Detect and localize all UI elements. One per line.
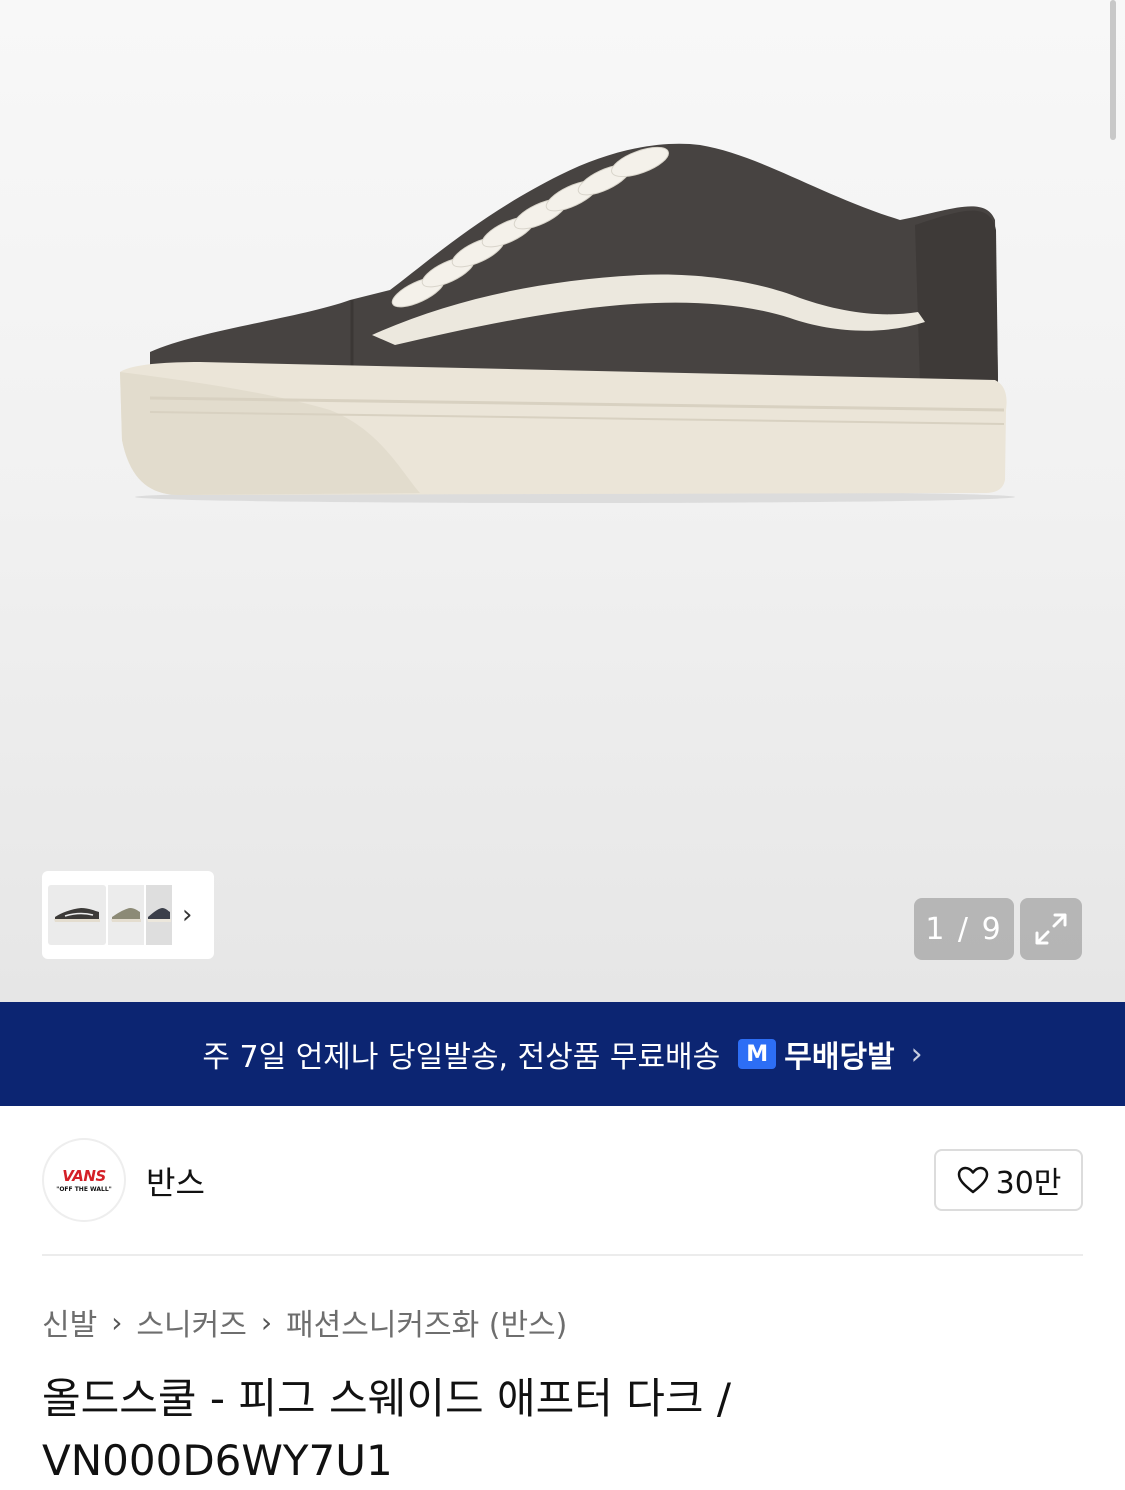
expand-image-button[interactable]: [1020, 898, 1082, 960]
chevron-right-icon: ›: [111, 1305, 123, 1339]
truck-m-icon: M: [738, 1039, 777, 1069]
like-button[interactable]: 30만: [934, 1149, 1083, 1211]
chevron-right-icon[interactable]: ›: [182, 899, 192, 931]
brand-row: VANS "OFF THE WALL" 반스 30만: [42, 1138, 1083, 1222]
breadcrumb: 신발 › 스니커즈 › 패션스니커즈화 (반스): [42, 1300, 567, 1344]
delivery-badge-label: 무배당발: [784, 1040, 895, 1075]
like-count: 30만: [995, 1166, 1062, 1201]
thumbnail-strip[interactable]: ›: [42, 871, 214, 959]
brand-logo-text: VANS: [62, 1167, 106, 1185]
breadcrumb-item-sneakers[interactable]: 스니커즈: [136, 1300, 246, 1344]
product-image-gallery[interactable]: › 1 / 9: [0, 0, 1125, 1002]
thumbnail-2[interactable]: [108, 885, 144, 945]
divider: [42, 1254, 1083, 1256]
brand-name-link[interactable]: 반스: [146, 1158, 205, 1204]
product-title: 올드스쿨 - 피그 스웨이드 애프터 다크 / VN000D6WY7U1: [42, 1374, 732, 1485]
image-page-counter: 1 / 9: [914, 898, 1014, 960]
chevron-right-icon: ›: [910, 1036, 923, 1072]
thumbnail-3[interactable]: [146, 885, 172, 945]
brand-logo[interactable]: VANS "OFF THE WALL": [42, 1138, 126, 1222]
banner-text: 주 7일 언제나 당일발송, 전상품 무료배송: [202, 1040, 721, 1075]
product-image-shoe: [120, 143, 1015, 503]
chevron-right-icon: ›: [260, 1305, 273, 1339]
heart-icon: [957, 1166, 988, 1194]
breadcrumb-item-shoes[interactable]: 신발: [42, 1300, 97, 1344]
thumbnail-shoe-dark: [54, 908, 100, 922]
brand-logo-subtext: "OFF THE WALL": [56, 1186, 112, 1193]
breadcrumb-item-fashion-sneakers[interactable]: 패션스니커즈화 (반스): [286, 1300, 567, 1344]
free-shipping-banner[interactable]: 주 7일 언제나 당일발송, 전상품 무료배송 M 무배당발 ›: [0, 1002, 1125, 1106]
delivery-badge: M 무배당발: [738, 1032, 895, 1076]
thumbnail-shoe-olive: [111, 908, 141, 922]
expand-icon: [1035, 913, 1067, 945]
thumbnail-shoe-navy: [147, 908, 171, 922]
thumbnail-1[interactable]: [48, 885, 106, 945]
scrollbar-thumb[interactable]: [1110, 0, 1116, 140]
